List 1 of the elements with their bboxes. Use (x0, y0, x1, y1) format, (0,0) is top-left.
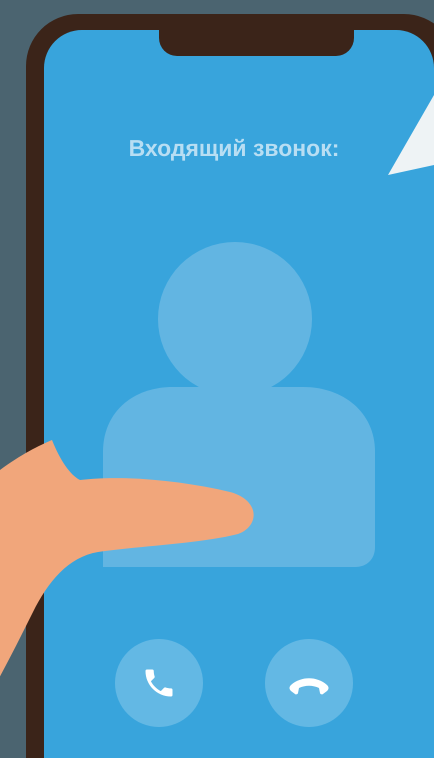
incoming-call-title: Входящий звонок: (128, 135, 340, 162)
